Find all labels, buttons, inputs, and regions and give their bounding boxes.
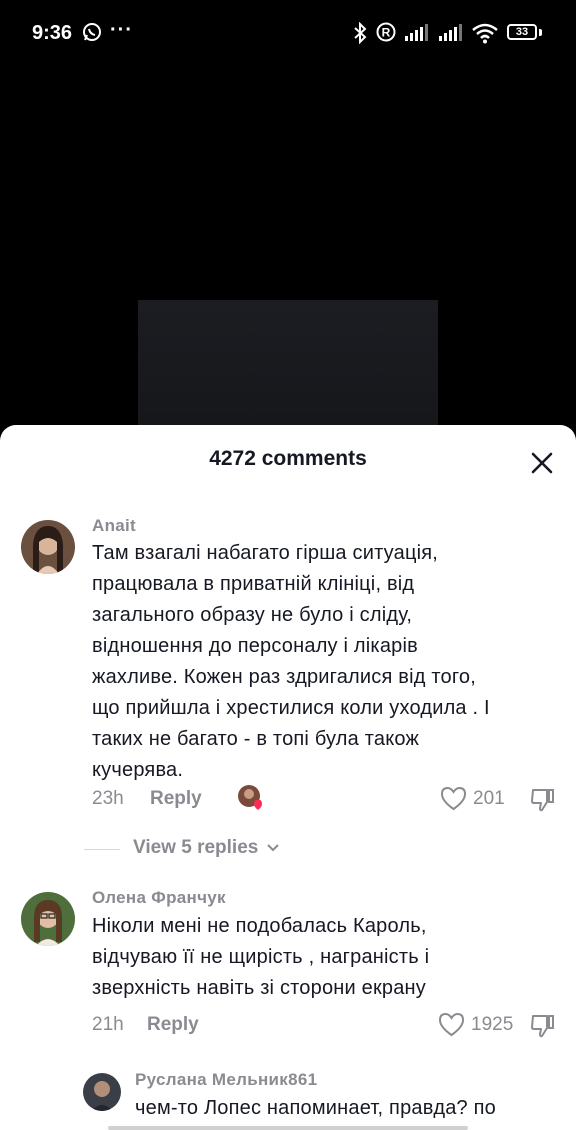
comment-username[interactable]: Олена Франчук	[92, 888, 226, 908]
like-button[interactable]: 201	[440, 786, 505, 811]
more-notifications-icon: ···	[110, 19, 133, 41]
comment-line: відчуваю її не щирість , награність і	[92, 946, 430, 968]
dislike-icon[interactable]	[529, 1012, 557, 1040]
comment-text: чем-то Лопес напоминает, правда? по	[135, 1097, 496, 1119]
view-replies-divider	[84, 849, 120, 850]
view-replies-button[interactable]: View 5 replies	[133, 837, 280, 859]
comment-line: працювала в приватній клініці, від	[92, 573, 415, 595]
status-time: 9:36	[32, 22, 73, 44]
comment-time: 21h	[92, 1014, 124, 1035]
comment-text: Там взагалі набагато гірша ситуація, пра…	[92, 538, 490, 786]
status-bar: 9:36 ··· R 33	[0, 0, 576, 66]
comment-line: кучерява.	[92, 759, 184, 781]
comment-line: Ніколи мені не подобалась Кароль,	[92, 915, 427, 937]
home-indicator	[108, 1126, 468, 1130]
dislike-icon[interactable]	[529, 786, 557, 814]
wifi-icon	[472, 23, 498, 44]
comment-line: загального образу не було і сліду,	[92, 604, 413, 626]
comment-time: 23h	[92, 788, 124, 809]
close-icon[interactable]	[528, 449, 556, 477]
heart-icon	[440, 786, 467, 811]
comment-line: що прийшла і хрестилися коли уходила . І	[92, 697, 490, 719]
reply-button[interactable]: Reply	[150, 788, 202, 810]
creator-liked-icon	[238, 785, 262, 810]
comment-line: таких не багато - в топі була також	[92, 728, 420, 750]
battery-icon: 33	[507, 24, 537, 40]
signal-icon-2	[439, 24, 462, 41]
video-thumbnail[interactable]	[138, 300, 438, 440]
comments-count-title: 4272 comments	[209, 447, 367, 470]
chevron-down-icon	[266, 844, 279, 852]
whatsapp-icon	[83, 23, 101, 41]
bluetooth-icon	[354, 22, 367, 44]
like-count: 201	[473, 787, 505, 809]
comment-username[interactable]: Руслана Мельник861	[135, 1070, 317, 1090]
avatar[interactable]	[21, 892, 75, 946]
like-button[interactable]: 1925	[438, 1012, 513, 1037]
comment-line: Там взагалі набагато гірша ситуація,	[92, 542, 439, 564]
comments-sheet: 4272 comments Anait Там взагалі набагато…	[0, 425, 576, 1130]
battery-tip	[539, 29, 542, 36]
comment-text: Ніколи мені не подобалась Кароль, відчув…	[92, 911, 429, 1004]
like-count: 1925	[471, 1013, 514, 1035]
heart-icon	[438, 1012, 465, 1037]
comment-line: відношення до персоналу і лікарів	[92, 635, 418, 657]
registered-icon: R	[376, 22, 396, 42]
comment-line: зверхність навіть зі сторони екрану	[92, 977, 427, 999]
avatar[interactable]	[83, 1073, 121, 1111]
svg-text:R: R	[382, 26, 391, 40]
avatar[interactable]	[21, 520, 75, 574]
comment-line: жахливе. Кожен раз здригалися від того,	[92, 666, 476, 688]
comment-username[interactable]: Anait	[92, 516, 136, 536]
view-replies-label: View 5 replies	[133, 837, 259, 858]
reply-button[interactable]: Reply	[147, 1014, 199, 1036]
signal-icon	[405, 24, 428, 41]
